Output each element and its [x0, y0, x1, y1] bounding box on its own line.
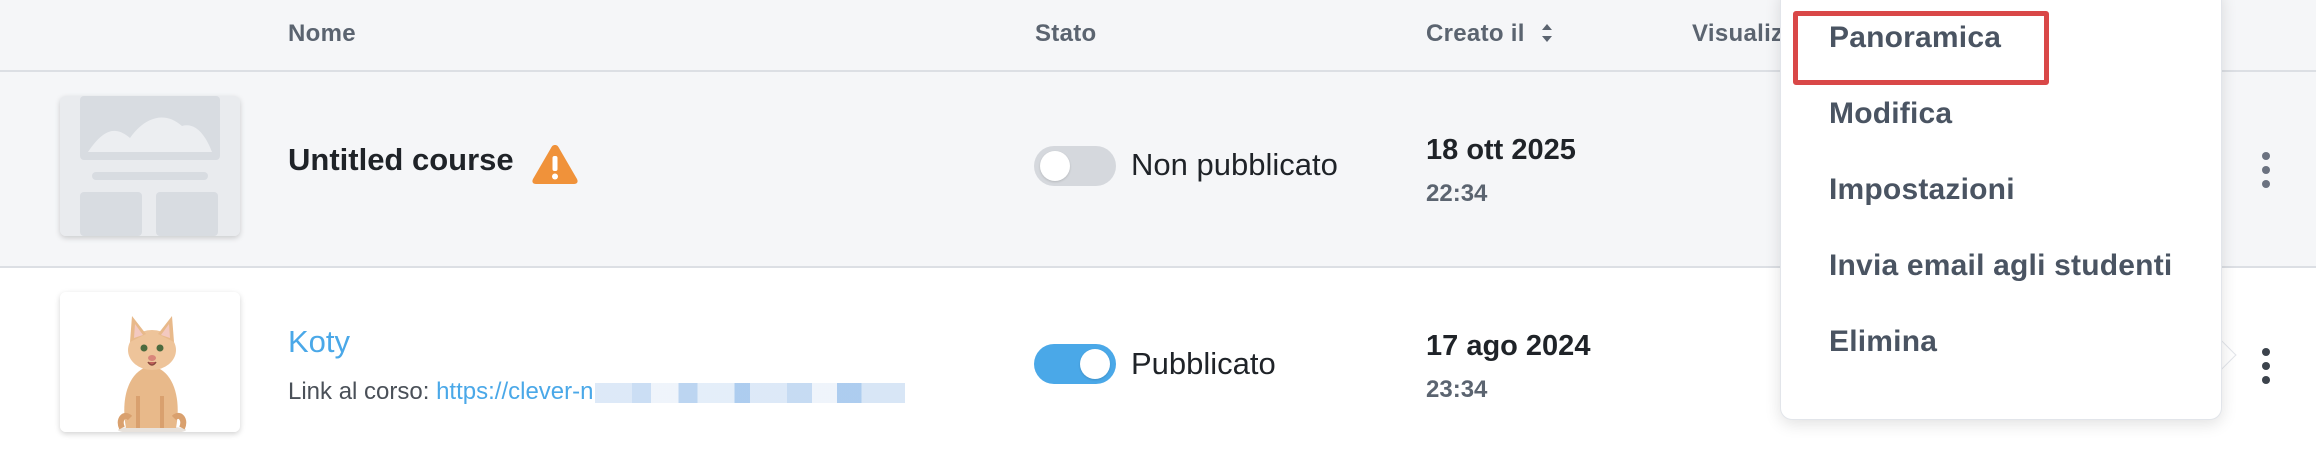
publish-toggle[interactable]	[1034, 344, 1116, 384]
course-title[interactable]: Koty	[288, 324, 350, 360]
course-link-label: Link al corso:	[288, 378, 437, 405]
created-time: 23:34	[1426, 376, 1488, 403]
warning-icon	[532, 145, 578, 184]
column-views: Visualiz	[1692, 20, 1784, 47]
publish-toggle[interactable]	[1034, 146, 1116, 186]
status-label: Pubblicato	[1131, 346, 1276, 381]
column-status: Stato	[1035, 20, 1097, 47]
created-date: 18 ott 2025	[1426, 134, 1576, 166]
more-vertical-icon[interactable]	[2254, 344, 2278, 388]
menu-item-settings[interactable]: Impostazioni	[1829, 173, 2015, 207]
menu-item-edit[interactable]: Modifica	[1829, 97, 1952, 131]
course-placeholder-image[interactable]	[60, 96, 240, 236]
course-title[interactable]: Untitled course	[288, 142, 514, 178]
course-link-line: Link al corso: https://clever-n	[288, 378, 906, 406]
menu-item-delete[interactable]: Elimina	[1829, 325, 1937, 359]
toggle-knob	[1040, 151, 1070, 181]
status-label: Non pubblicato	[1131, 147, 1338, 182]
placeholder-image-icon	[60, 96, 240, 236]
menu-item-overview[interactable]: Panoramica	[1829, 21, 2001, 55]
cat-thumbnail[interactable]	[60, 292, 240, 432]
course-actions-menu: Panoramica Modifica Impostazioni Invia e…	[1780, 0, 2222, 420]
column-created-label: Creato il	[1426, 20, 1525, 47]
column-created[interactable]: Creato il	[1426, 20, 1554, 48]
toggle-knob	[1080, 349, 1110, 379]
redacted-url-blur	[595, 382, 906, 403]
created-time: 22:34	[1426, 180, 1488, 207]
created-date: 17 ago 2024	[1426, 330, 1591, 362]
course-link[interactable]: https://clever-n	[436, 378, 593, 405]
column-name: Nome	[288, 20, 356, 47]
menu-item-email-students[interactable]: Invia email agli studenti	[1829, 249, 2172, 283]
cat-image	[60, 292, 240, 432]
more-vertical-icon[interactable]	[2254, 148, 2278, 192]
sort-icon[interactable]	[1540, 22, 1554, 44]
